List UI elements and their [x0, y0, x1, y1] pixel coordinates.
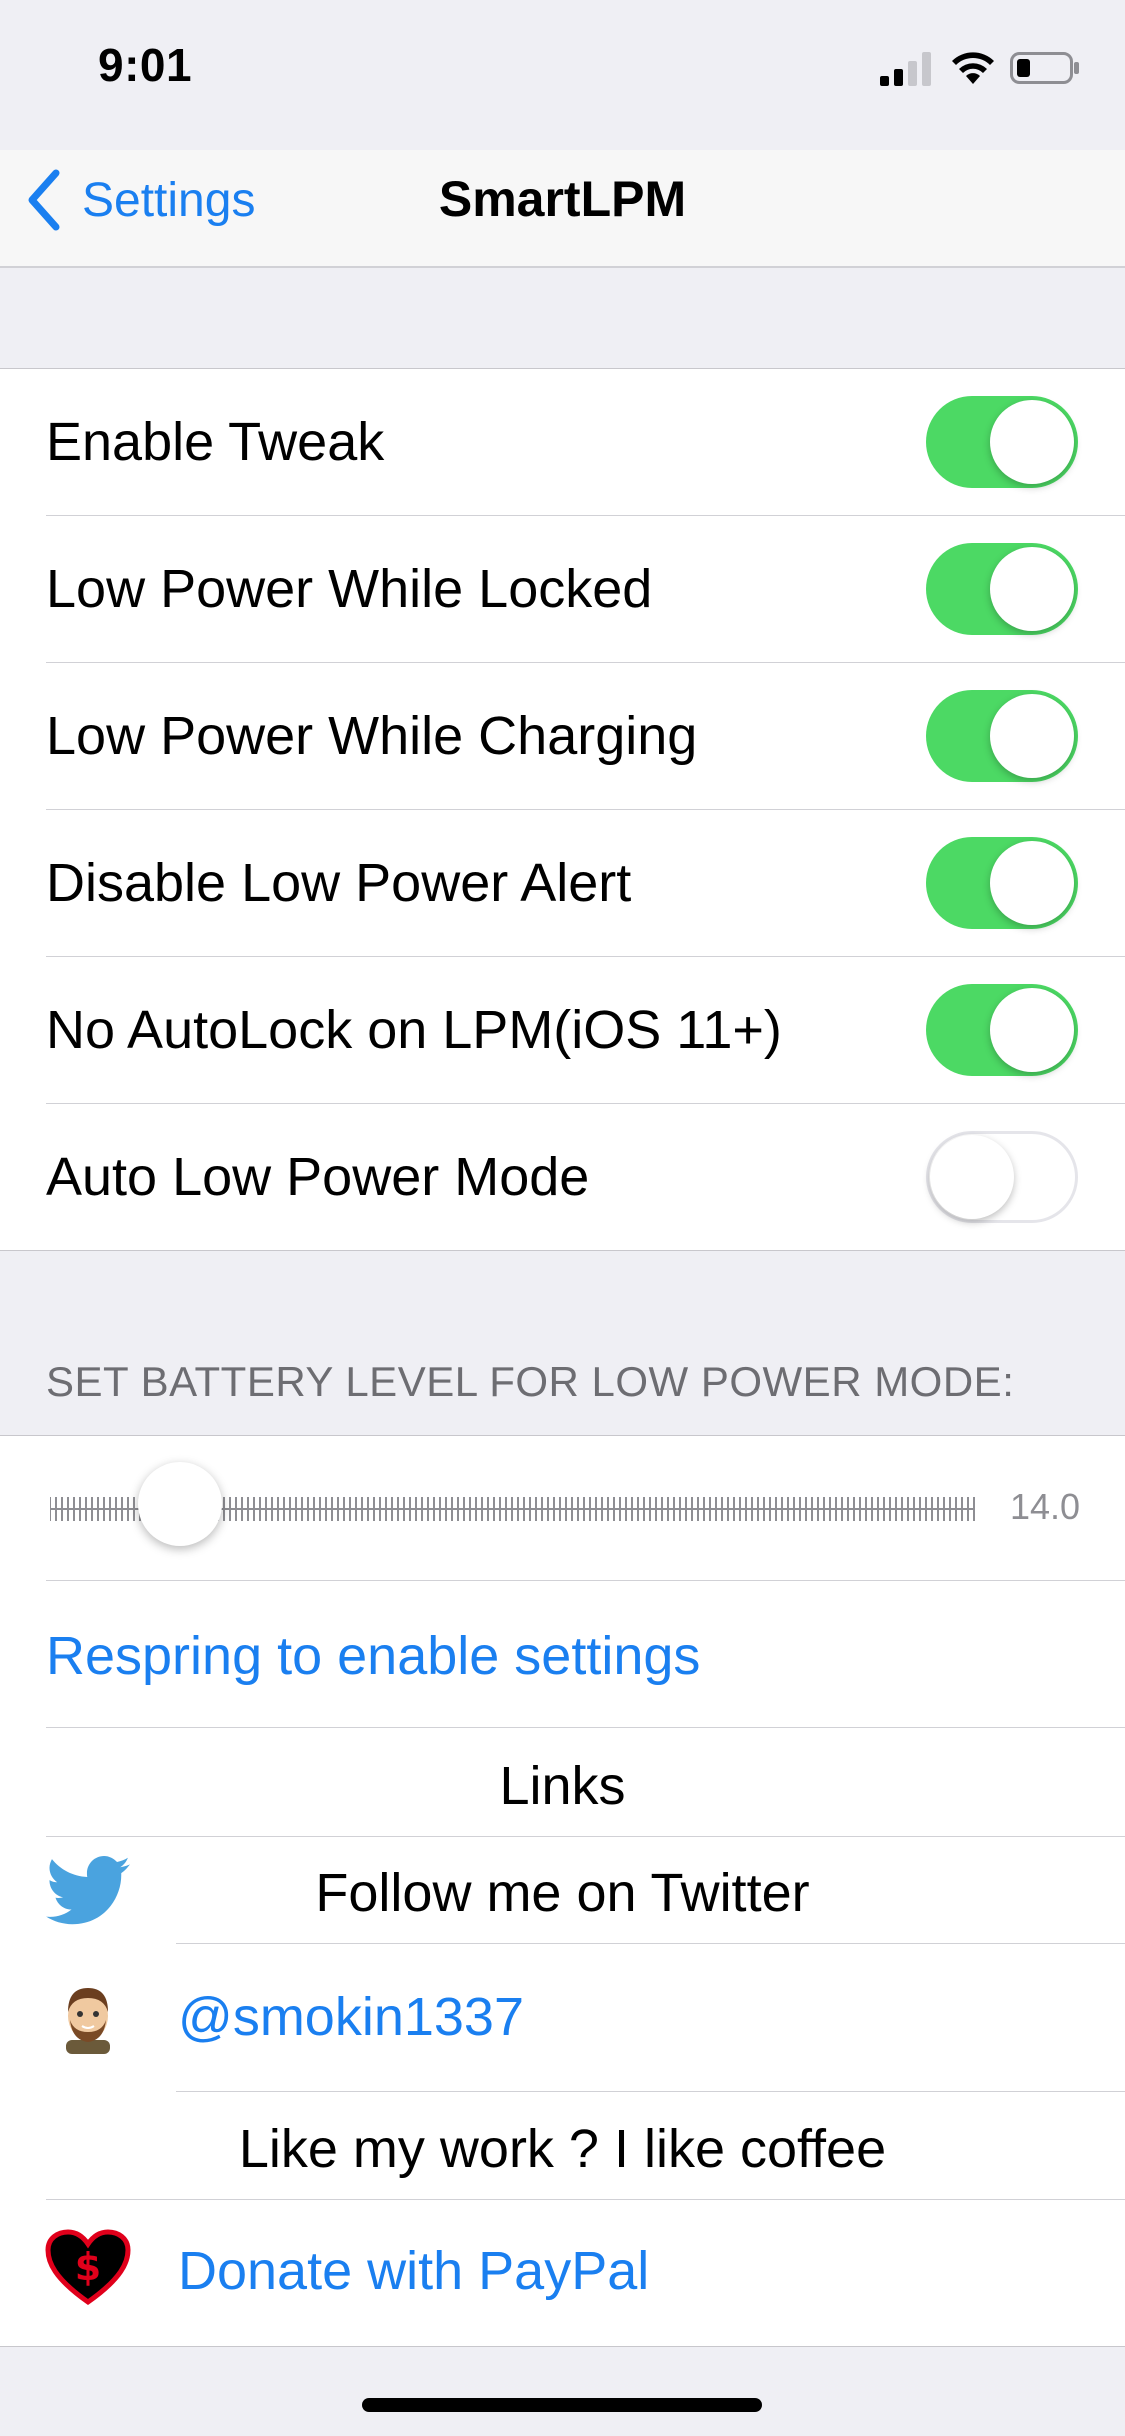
divider	[46, 2199, 1125, 2200]
donate-paypal-link[interactable]: Donate with PayPal	[178, 2240, 649, 2302]
toggle-row-enable-tweak: Enable Tweak	[0, 369, 1125, 516]
divider	[0, 1250, 1125, 1251]
toggle-label: Disable Low Power Alert	[46, 853, 632, 913]
divider	[46, 1727, 1125, 1728]
auto-low-power-toggle[interactable]	[926, 1131, 1078, 1223]
toggle-label: Low Power While Locked	[46, 559, 653, 619]
divider	[0, 2346, 1125, 2347]
toggle-label: No AutoLock on LPM(iOS 11+)	[46, 1000, 782, 1060]
slider-value: 14.0	[1010, 1486, 1081, 1527]
toggle-label: Enable Tweak	[46, 412, 385, 472]
toggle-row-low-power-locked: Low Power While Locked	[0, 516, 1125, 663]
toggle-row-disable-alert: Disable Low Power Alert	[0, 810, 1125, 957]
toggle-knob	[930, 1135, 1014, 1219]
status-time: 9:01	[98, 39, 193, 91]
enable-tweak-toggle[interactable]	[926, 396, 1078, 488]
links-header: Links	[499, 1756, 626, 1816]
toggle-knob	[990, 841, 1074, 925]
low-power-charging-toggle[interactable]	[926, 690, 1078, 782]
coffee-label: Like my work ? I like coffee	[238, 2119, 887, 2179]
section-header: SET BATTERY LEVEL FOR LOW POWER MODE:	[46, 1358, 1015, 1405]
divider	[176, 2091, 1125, 2092]
avatar-icon	[66, 1988, 110, 2054]
low-power-locked-toggle[interactable]	[926, 543, 1078, 635]
toggle-label: Auto Low Power Mode	[46, 1147, 590, 1207]
toggle-group: Enable Tweak Low Power While Locked Low …	[0, 369, 1125, 1250]
toggle-knob	[990, 988, 1074, 1072]
toggle-knob	[990, 547, 1074, 631]
toggle-row-auto-low-power: Auto Low Power Mode	[0, 1104, 1125, 1250]
battery-level-slider-knob[interactable]	[137, 1462, 222, 1546]
toggle-knob	[990, 694, 1074, 778]
divider	[176, 1943, 1125, 1944]
heart-dollar-icon: $	[45, 2229, 131, 2306]
signal-icon	[880, 52, 931, 86]
home-indicator	[362, 2398, 762, 2412]
page-title: SmartLPM	[438, 171, 687, 227]
battery-icon	[1010, 52, 1079, 84]
disable-alert-toggle[interactable]	[926, 837, 1078, 929]
no-autolock-toggle[interactable]	[926, 984, 1078, 1076]
twitter-handle-link[interactable]: @smokin1337	[178, 1986, 524, 2048]
divider	[46, 1836, 1125, 1837]
divider	[46, 1580, 1125, 1581]
twitter-link[interactable]: Follow me on Twitter	[0, 1862, 1125, 1924]
svg-text:$: $	[75, 2245, 101, 2289]
toggle-label: Low Power While Charging	[46, 706, 698, 766]
respring-button[interactable]: Respring to enable settings	[46, 1625, 700, 1687]
toggle-knob	[990, 400, 1074, 484]
wifi-icon	[952, 52, 994, 84]
toggle-row-low-power-charging: Low Power While Charging	[0, 663, 1125, 810]
toggle-row-no-autolock: No AutoLock on LPM(iOS 11+)	[0, 957, 1125, 1104]
